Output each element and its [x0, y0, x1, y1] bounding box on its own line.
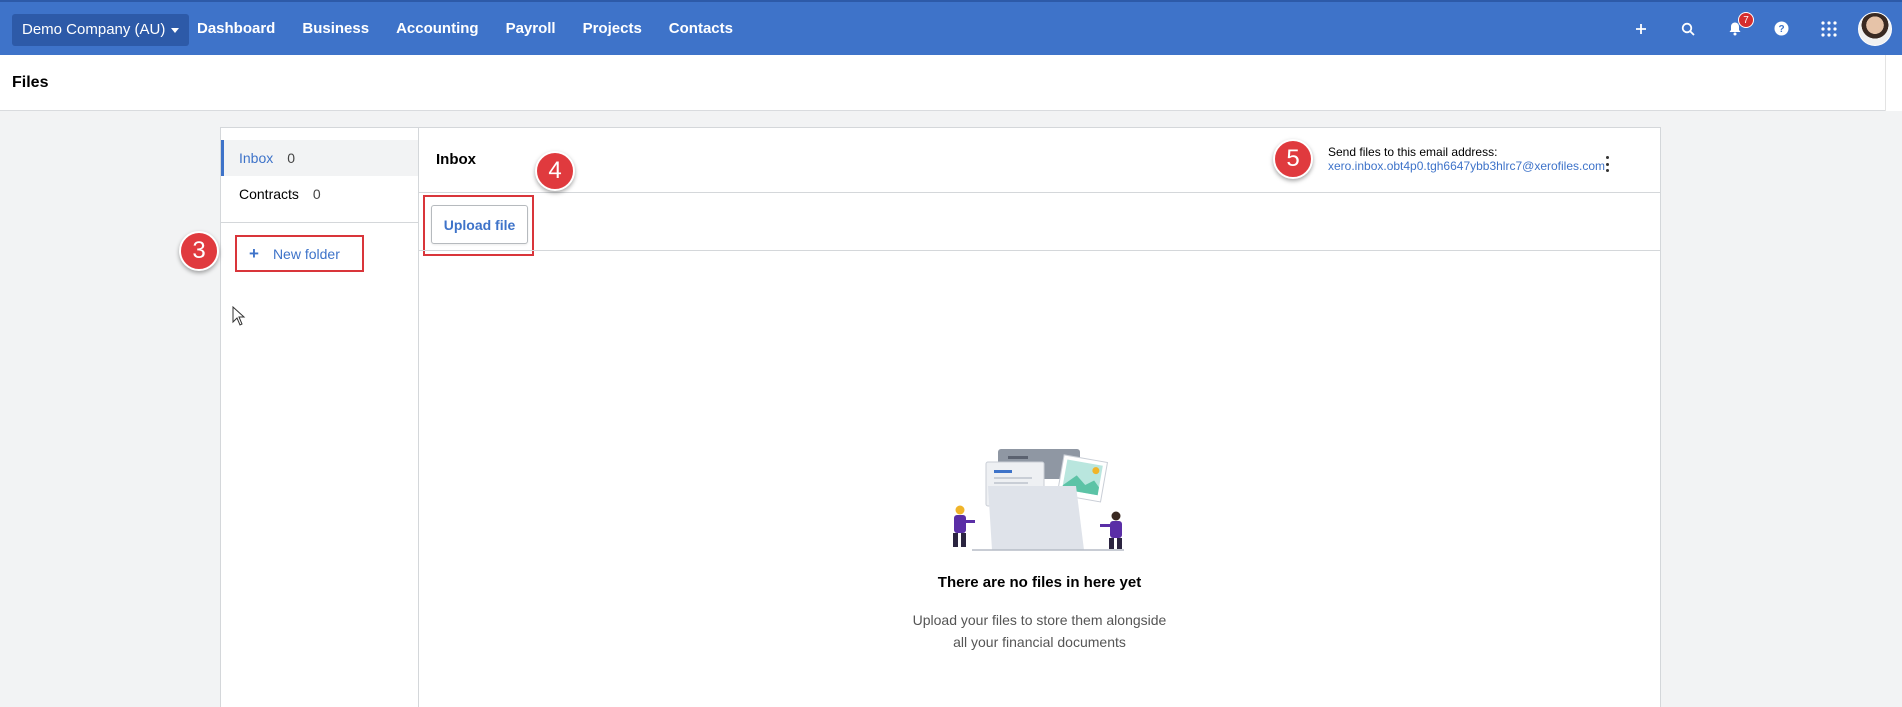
bell-icon[interactable]: 7	[1711, 2, 1758, 55]
empty-state-title: There are no files in here yet	[937, 574, 1142, 591]
folder-count: 0	[312, 186, 321, 202]
new-folder-label: New folder	[272, 245, 340, 262]
page-header: Files	[0, 55, 1885, 111]
divider	[419, 250, 1660, 251]
content-title: Inbox	[436, 151, 476, 168]
mouse-cursor-icon	[232, 306, 246, 326]
upload-file-button[interactable]: Upload file	[431, 205, 528, 244]
callout-marker-5: 5	[1273, 139, 1313, 179]
nav-actions: 7 ?	[1617, 2, 1902, 55]
main-nav: Dashboard Business Accounting Payroll Pr…	[197, 2, 760, 55]
folder-inbox[interactable]: Inbox 0	[221, 140, 418, 176]
scrollbar[interactable]	[1885, 55, 1902, 111]
person-right-figure	[1100, 511, 1122, 549]
help-icon[interactable]: ?	[1758, 2, 1805, 55]
folder-label: Inbox	[239, 150, 274, 166]
empty-state-line-1: Upload your files to store them alongsid…	[912, 612, 1167, 628]
folders-sidebar: Inbox 0 Contracts 0 + New folder	[221, 128, 419, 707]
plus-icon[interactable]	[1617, 2, 1664, 55]
nav-projects[interactable]: Projects	[583, 20, 642, 37]
nav-accounting[interactable]: Accounting	[396, 20, 479, 37]
divider	[419, 192, 1660, 193]
organisation-switcher[interactable]: Demo Company (AU)	[12, 14, 190, 46]
empty-state-description: Upload your files to store them alongsid…	[419, 609, 1660, 653]
svg-text:?: ?	[1778, 24, 1784, 35]
nav-business[interactable]: Business	[302, 20, 369, 37]
top-nav-bar: Demo Company (AU) Dashboard Business Acc…	[0, 0, 1902, 55]
page-title: Files	[12, 74, 49, 91]
empty-state-line-2: all your financial documents	[953, 634, 1126, 650]
divider	[221, 222, 418, 223]
person-left-figure	[953, 505, 975, 547]
folder-label: Contracts	[239, 186, 299, 202]
folder-contracts[interactable]: Contracts 0	[221, 176, 418, 212]
nav-payroll[interactable]: Payroll	[506, 20, 556, 37]
more-options-icon[interactable]	[1599, 154, 1615, 174]
organisation-name: Demo Company (AU)	[22, 21, 166, 38]
plus-icon: +	[249, 243, 259, 263]
upload-highlight: Upload file	[423, 195, 534, 256]
notification-badge: 7	[1738, 12, 1754, 28]
nav-contacts[interactable]: Contacts	[669, 20, 733, 37]
folder-count: 0	[287, 150, 296, 166]
caret-down-icon	[171, 27, 180, 33]
nav-dashboard[interactable]: Dashboard	[197, 20, 275, 37]
files-panel: Inbox 0 Contracts 0 + New folder Inbox S…	[220, 127, 1661, 707]
inbox-email-link[interactable]: xero.inbox.obt4p0.tgh6647ybb3hlrc7@xerof…	[1328, 159, 1605, 173]
apps-grid-icon[interactable]	[1805, 2, 1852, 55]
email-label: Send files to this email address:	[1328, 145, 1498, 159]
search-icon[interactable]	[1664, 2, 1711, 55]
callout-marker-3: 3	[179, 231, 219, 271]
folder-content: Inbox Send files to this email address: …	[419, 128, 1660, 707]
avatar[interactable]	[1858, 11, 1892, 46]
new-folder-button[interactable]: + New folder	[235, 235, 364, 272]
callout-marker-4: 4	[535, 151, 575, 191]
empty-folder-illustration	[953, 449, 1124, 551]
